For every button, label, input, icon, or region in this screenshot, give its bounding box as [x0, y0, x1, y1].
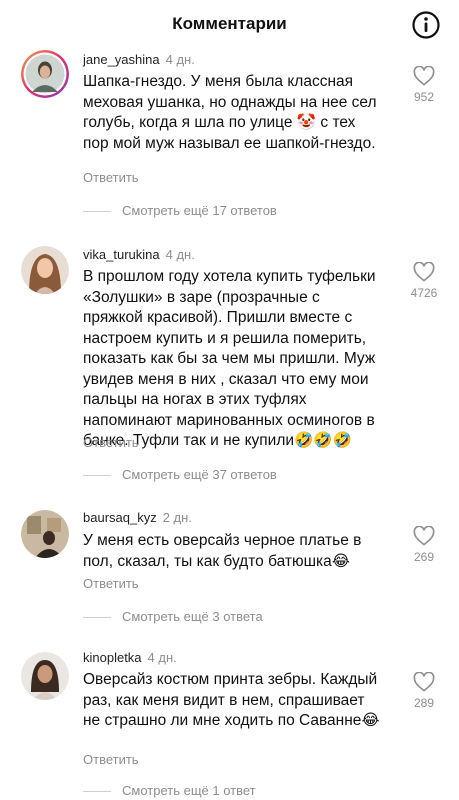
- info-icon[interactable]: [411, 10, 441, 40]
- like-count: 269: [413, 550, 435, 564]
- username[interactable]: baursaq_kyz: [83, 510, 157, 525]
- like-button[interactable]: 289: [408, 672, 440, 710]
- heart-outline-icon: [413, 262, 435, 282]
- comment-text: Оверсайз костюм принта зебры. Каждый раз…: [83, 671, 380, 729]
- reply-button[interactable]: Ответить: [83, 752, 139, 767]
- heart-outline-icon: [413, 672, 435, 692]
- reply-button[interactable]: Ответить: [83, 435, 139, 450]
- comment-text: У меня есть оверсайз черное платье в пол…: [83, 532, 362, 570]
- comment-meta: kinopletka 4 дн.: [83, 650, 177, 665]
- divider-line: [83, 475, 111, 476]
- like-button[interactable]: 269: [408, 526, 440, 564]
- username[interactable]: kinopletka: [83, 650, 142, 665]
- timestamp: 4 дн.: [165, 52, 195, 67]
- heart-outline-icon: [413, 66, 435, 86]
- username[interactable]: vika_turukina: [83, 247, 160, 262]
- like-count: 289: [413, 696, 435, 710]
- reply-button[interactable]: Ответить: [83, 170, 139, 185]
- top-bar: Комментарии: [0, 0, 459, 48]
- comment-meta: baursaq_kyz 2 дн.: [83, 510, 192, 525]
- comment-text: В прошлом году хотела купить туфельки «З…: [83, 268, 376, 449]
- view-more-replies[interactable]: Смотреть ещё 17 ответов: [0, 202, 459, 220]
- like-button[interactable]: 952: [408, 66, 440, 104]
- comment-meta: jane_yashina 4 дн.: [83, 52, 195, 67]
- like-count: 952: [413, 90, 435, 104]
- heart-outline-icon: [413, 526, 435, 546]
- view-more-replies[interactable]: Смотреть ещё 1 ответ: [0, 782, 459, 800]
- divider-line: [83, 791, 111, 792]
- avatar[interactable]: [21, 510, 69, 558]
- view-more-replies[interactable]: Смотреть ещё 3 ответа: [0, 608, 459, 626]
- avatar[interactable]: [21, 652, 69, 700]
- divider-line: [83, 211, 111, 212]
- view-more-replies-label: Смотреть ещё 37 ответов: [122, 467, 277, 482]
- like-count: 4726: [410, 286, 438, 300]
- timestamp: 2 дн.: [162, 510, 192, 525]
- timestamp: 4 дн.: [165, 247, 195, 262]
- avatar[interactable]: [21, 246, 69, 294]
- avatar[interactable]: [21, 50, 69, 98]
- view-more-replies[interactable]: Смотреть ещё 37 ответов: [0, 466, 459, 484]
- view-more-replies-label: Смотреть ещё 3 ответа: [122, 609, 263, 624]
- divider-line: [83, 617, 111, 618]
- view-more-replies-label: Смотреть ещё 1 ответ: [122, 783, 256, 798]
- reply-button[interactable]: Ответить: [83, 576, 139, 591]
- comment-text: Шапка-гнездо. У меня была классная мехов…: [83, 73, 377, 152]
- like-button[interactable]: 4726: [408, 262, 440, 300]
- username[interactable]: jane_yashina: [83, 52, 160, 67]
- timestamp: 4 дн.: [147, 650, 177, 665]
- page-title: Комментарии: [172, 14, 287, 33]
- comment-meta: vika_turukina 4 дн.: [83, 247, 195, 262]
- view-more-replies-label: Смотреть ещё 17 ответов: [122, 203, 277, 218]
